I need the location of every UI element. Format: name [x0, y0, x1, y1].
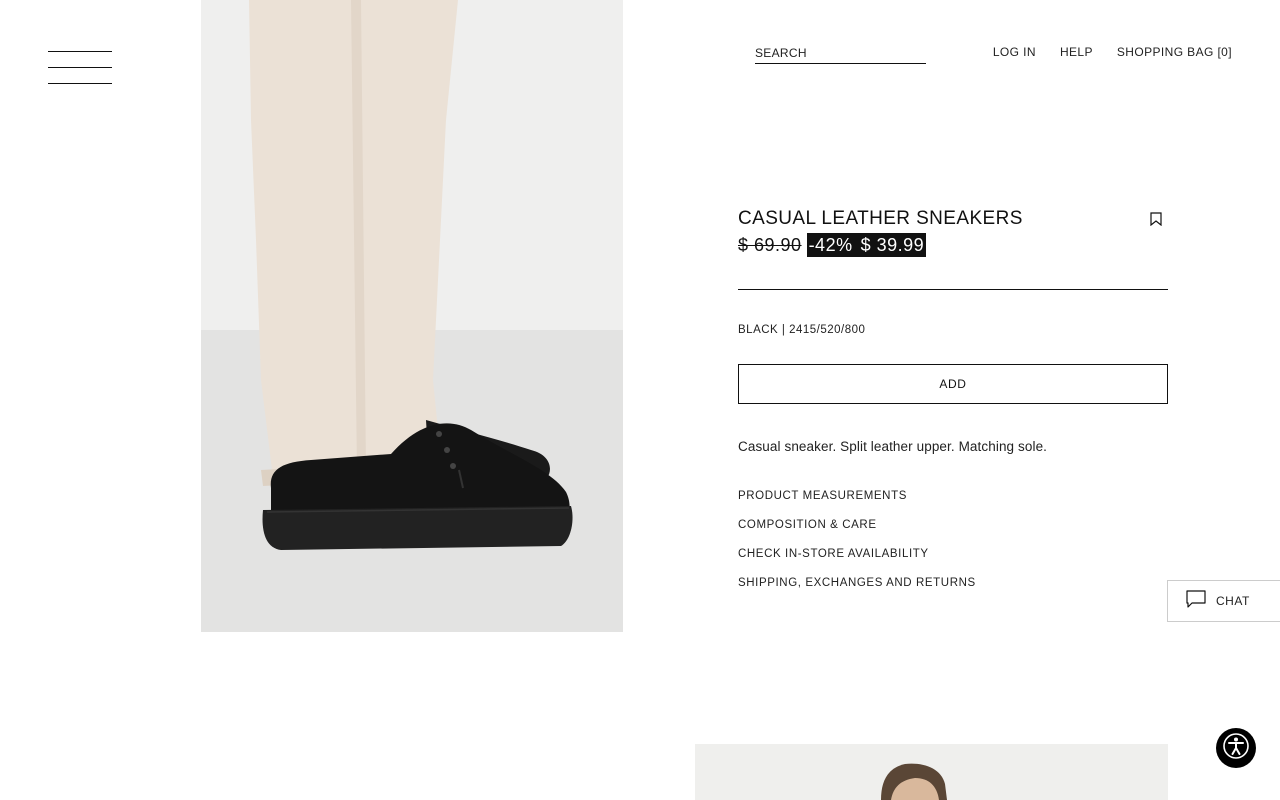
product-description: Casual sneaker. Split leather upper. Mat… — [738, 439, 1048, 454]
search-label: SEARCH — [755, 46, 807, 60]
log-in-link[interactable]: LOG IN — [993, 45, 1036, 59]
hamburger-line — [48, 67, 112, 68]
model-photo — [695, 744, 1168, 800]
shopping-bag-link[interactable]: SHOPPING BAG [0] — [1117, 45, 1232, 59]
secondary-product-image[interactable] — [695, 744, 1168, 800]
product-measurements-link[interactable]: PRODUCT MEASUREMENTS — [738, 488, 1168, 504]
product-links: PRODUCT MEASUREMENTS COMPOSITION & CARE … — [738, 488, 1168, 591]
price-row: $ 69.90 -42% $ 39.99 — [738, 233, 1168, 257]
current-price: $ 39.99 — [860, 235, 925, 255]
product-info: CASUAL LEATHER SNEAKERS $ 69.90 -42% $ 3… — [738, 208, 1168, 591]
store-availability-link[interactable]: CHECK IN-STORE AVAILABILITY — [738, 546, 1168, 562]
menu-button[interactable] — [48, 51, 112, 85]
accessibility-button[interactable] — [1216, 728, 1256, 768]
chat-bubble-icon — [1186, 589, 1206, 613]
chat-label: CHAT — [1216, 594, 1250, 608]
product-photo — [201, 0, 623, 632]
shipping-returns-link[interactable]: SHIPPING, EXCHANGES AND RETURNS — [738, 575, 1168, 591]
chat-button[interactable]: CHAT — [1167, 580, 1280, 622]
hamburger-line — [48, 83, 112, 84]
top-navigation: LOG IN HELP SHOPPING BAG [0] — [993, 45, 1232, 59]
add-button[interactable]: ADD — [738, 364, 1168, 404]
discount-percent: -42% — [808, 235, 853, 255]
hamburger-icon — [48, 51, 112, 52]
sale-price-badge: -42% $ 39.99 — [806, 233, 927, 257]
product-title: CASUAL LEATHER SNEAKERS — [738, 208, 1023, 229]
search-input[interactable]: SEARCH — [755, 44, 926, 64]
accessibility-icon — [1223, 732, 1249, 764]
color-reference: BLACK | 2415/520/800 — [738, 324, 866, 336]
composition-care-link[interactable]: COMPOSITION & CARE — [738, 517, 1168, 533]
divider — [738, 289, 1168, 290]
product-image[interactable] — [201, 0, 623, 632]
bookmark-icon[interactable] — [1150, 212, 1162, 227]
help-link[interactable]: HELP — [1060, 45, 1093, 59]
old-price: $ 69.90 — [738, 235, 802, 255]
